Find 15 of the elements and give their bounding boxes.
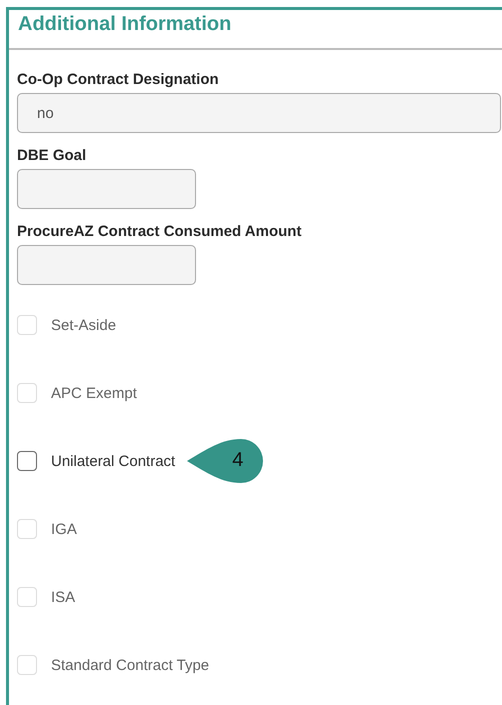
input-field[interactable] [17,245,196,285]
checkbox-label: ISA [51,588,76,606]
field-label: Co-Op Contract Designation [17,71,220,89]
input-field[interactable] [17,169,196,209]
checkbox[interactable] [17,451,37,471]
callout-marker: 4 [187,439,264,483]
field-label: DBE Goal [17,147,88,165]
checkbox-label: Standard Contract Type [51,656,210,674]
input-field[interactable]: no [17,93,501,133]
checkbox-label: IGA [51,520,77,538]
section-title: Additional Information [18,13,232,35]
checkbox-label: Set-Aside [51,316,116,334]
field-label: ProcureAZ Contract Consumed Amount [17,223,302,241]
checkbox-label: APC Exempt [51,384,137,402]
checkbox-label: Unilateral Contract [51,452,176,470]
